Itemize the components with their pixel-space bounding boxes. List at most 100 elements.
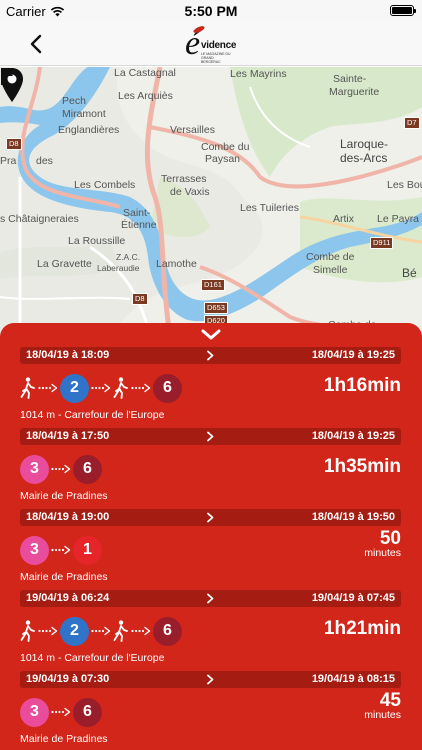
destination-flag-icon[interactable] [0, 67, 14, 85]
walking-person-icon [113, 377, 128, 399]
walking-person-icon [113, 620, 128, 642]
bus-line-6-badge: 6 [153, 373, 182, 403]
arrival-time: 18/04/19 à 19:50 [311, 511, 395, 523]
status-bar: Carrier 5:50 PM [0, 0, 422, 22]
map-label: Versailles [170, 124, 215, 136]
departure-stop: 1014 m - Carrefour de l'Europe [20, 409, 165, 421]
itinerary-item[interactable]: 19/04/19 à 07:30 19/04/19 à 08:15 3 6 45 minu… [0, 671, 422, 750]
bus-line-6-badge: 6 [73, 697, 102, 727]
trip-time-bar: 18/04/19 à 19:00 18/04/19 à 19:50 [20, 509, 401, 526]
departure-stop: Mairie de Pradines [20, 571, 108, 583]
departure-stop: Mairie de Pradines [20, 733, 108, 745]
road-shield: D7 [404, 117, 420, 129]
duration-value: 50 [379, 528, 401, 549]
trip-time-bar: 18/04/19 à 18:09 18/04/19 à 19:25 [20, 347, 401, 364]
map-label: Simelle [313, 264, 348, 276]
duration-unit: minutes [364, 709, 401, 721]
chevron-right-icon [207, 593, 214, 604]
itinerary-item[interactable]: 18/04/19 à 18:09 18/04/19 à 19:25 2 6 1h16mi… [0, 347, 422, 427]
map-label: Bé [402, 266, 417, 280]
trip-legs: 31 [20, 535, 102, 565]
chevron-right-icon [207, 512, 214, 523]
map-label: Combe du [201, 141, 250, 153]
walking-person-icon [20, 620, 35, 642]
map-label: Laroque- [340, 137, 389, 151]
trip-time-bar: 18/04/19 à 17:50 18/04/19 à 19:25 [20, 428, 401, 445]
trip-legs: 36 [20, 454, 102, 484]
trip-legs: 26 [20, 616, 182, 646]
duration-unit: minutes [364, 547, 401, 559]
bus-line-2-badge: 2 [60, 616, 89, 646]
duration-value: 45 [379, 690, 401, 711]
trip-time-bar: 19/04/19 à 06:24 19/04/19 à 07:45 [20, 590, 401, 607]
trip-legs: 36 [20, 697, 102, 727]
connector-arrow-icon [51, 464, 71, 474]
map-label: Le Payra [377, 213, 420, 225]
road-shield: D8 [6, 138, 22, 150]
map-label: Les Arquiès [118, 90, 173, 102]
map-label: Combe de [306, 251, 355, 263]
trip-time-bar: 19/04/19 à 07:30 19/04/19 à 08:15 [20, 671, 401, 688]
bus-line-6-badge: 6 [73, 454, 102, 484]
trip-duration: 50 minutes [364, 529, 401, 559]
trip-duration: 45 minutes [364, 691, 401, 721]
map-label: des [36, 155, 53, 167]
clock: 5:50 PM [184, 3, 238, 19]
back-button[interactable] [22, 30, 50, 58]
map-label: Artix [333, 213, 354, 225]
route-map[interactable]: La Castagnal Les Mayrins Sainte- Marguer… [0, 67, 422, 337]
map-label: Les Combels [74, 179, 136, 191]
navigation-bar: é vidence LE MAGAZINE DU GRAND BERGERAC [0, 22, 422, 66]
itinerary-panel: 18/04/19 à 18:09 18/04/19 à 19:25 2 6 1h16mi… [0, 323, 422, 750]
road-shield: D161 [201, 279, 225, 291]
connector-arrow-icon [51, 707, 71, 717]
chevron-right-icon [207, 674, 214, 685]
map-label: Z.A.C. [116, 252, 141, 262]
chevron-right-icon [207, 431, 214, 442]
arrival-time: 19/04/19 à 07:45 [311, 592, 395, 604]
bus-line-1-badge: 1 [73, 535, 102, 565]
bus-line-3-badge: 3 [20, 454, 49, 484]
bus-line-6-badge: 6 [153, 616, 182, 646]
departure-time: 19/04/19 à 06:24 [26, 592, 110, 604]
trip-duration: 1h35min [323, 456, 401, 477]
map-label: La Gravette [37, 258, 92, 270]
map-label: des-Arcs [340, 151, 388, 165]
map-label: de Vaxis [170, 186, 210, 198]
logo-text: vidence [201, 40, 237, 51]
map-label: Sainte- [333, 73, 367, 85]
app-logo: é vidence LE MAGAZINE DU GRAND BERGERAC [185, 25, 237, 64]
chevron-down-icon[interactable] [201, 329, 221, 341]
itinerary-item[interactable]: 19/04/19 à 06:24 19/04/19 à 07:45 2 6 1h21mi… [0, 590, 422, 670]
map-label: Les Mayrins [230, 68, 287, 80]
departure-stop: Mairie de Pradines [20, 490, 108, 502]
connector-arrow-icon [131, 383, 151, 393]
trip-legs: 26 [20, 373, 182, 403]
road-shield: D911 [370, 237, 394, 249]
connector-arrow-icon [51, 545, 71, 555]
chevron-right-icon [207, 350, 214, 361]
connector-arrow-icon [131, 626, 151, 636]
itinerary-item[interactable]: 18/04/19 à 17:50 18/04/19 à 19:25 3 6 1h35mi… [0, 428, 422, 508]
map-label: La Roussille [68, 235, 126, 247]
map-label: La Castagnal [114, 67, 176, 79]
arrival-time: 19/04/19 à 08:15 [311, 673, 395, 685]
connector-arrow-icon [38, 383, 58, 393]
road-shield: D653 [204, 302, 228, 314]
departure-time: 18/04/19 à 18:09 [26, 349, 110, 361]
map-label: Pra [0, 155, 17, 167]
road-shield: D8 [132, 293, 148, 305]
map-label: Paysan [205, 153, 241, 165]
connector-arrow-icon [38, 626, 58, 636]
trip-duration: 1h16min [323, 375, 401, 396]
battery-icon [390, 5, 416, 16]
map-label: Laberaudie [97, 263, 140, 273]
map-label: Les Bou [387, 179, 422, 191]
map-label: Marguerite [329, 86, 380, 98]
walking-person-icon [20, 377, 35, 399]
map-label: Saint- [123, 207, 151, 219]
logo-initial: é [185, 25, 201, 62]
map-label: Miramont [62, 108, 106, 120]
itinerary-item[interactable]: 18/04/19 à 19:00 18/04/19 à 19:50 3 1 50 minu… [0, 509, 422, 589]
bus-line-3-badge: 3 [20, 697, 49, 727]
